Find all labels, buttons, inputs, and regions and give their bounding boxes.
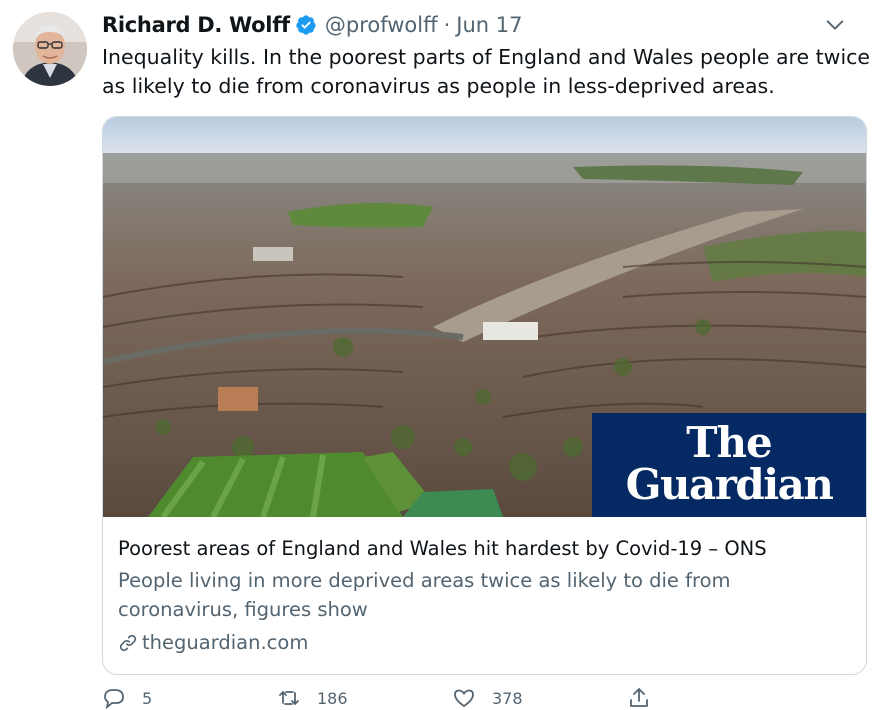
- retweet-count: 186: [317, 688, 348, 708]
- heart-icon: [454, 689, 474, 708]
- action-bar: 5 186 378: [102, 686, 802, 710]
- card-domain-row: theguardian.com: [118, 629, 853, 657]
- retweet-button[interactable]: 186: [277, 686, 452, 710]
- chevron-down-icon[interactable]: [824, 14, 846, 36]
- share-icon: [630, 688, 648, 707]
- author-name[interactable]: Richard D. Wolff: [102, 13, 290, 37]
- card-body: Poorest areas of England and Wales hit h…: [118, 535, 853, 657]
- guardian-logo: The Guardian: [592, 413, 866, 517]
- card-domain: theguardian.com: [142, 631, 309, 654]
- logo-line-1: The: [686, 418, 773, 467]
- logo-line-2: Guardian: [625, 460, 834, 509]
- link-card[interactable]: The Guardian Poorest areas of England an…: [102, 116, 867, 675]
- tweet-text: Inequality kills. In the poorest parts o…: [102, 45, 871, 98]
- author-handle[interactable]: @profwolff: [325, 13, 438, 37]
- card-title: Poorest areas of England and Wales hit h…: [118, 537, 767, 560]
- reply-icon: [104, 689, 124, 710]
- like-count: 378: [492, 688, 523, 708]
- avatar-photo: [13, 12, 87, 86]
- retweet-icon: [279, 691, 299, 705]
- separator-dot: ·: [443, 13, 451, 37]
- link-icon: [119, 634, 137, 652]
- reply-count: 5: [142, 688, 153, 708]
- verified-badge-icon: [296, 15, 316, 35]
- like-button[interactable]: 378: [452, 686, 627, 710]
- avatar[interactable]: [13, 12, 87, 86]
- reply-button[interactable]: 5: [102, 686, 277, 710]
- card-description: People living in more deprived areas twi…: [118, 569, 731, 621]
- share-button[interactable]: [627, 686, 802, 710]
- tweet-header: Richard D. Wolff @profwolff · Jun 17: [102, 10, 856, 40]
- tweet-date[interactable]: Jun 17: [456, 13, 522, 37]
